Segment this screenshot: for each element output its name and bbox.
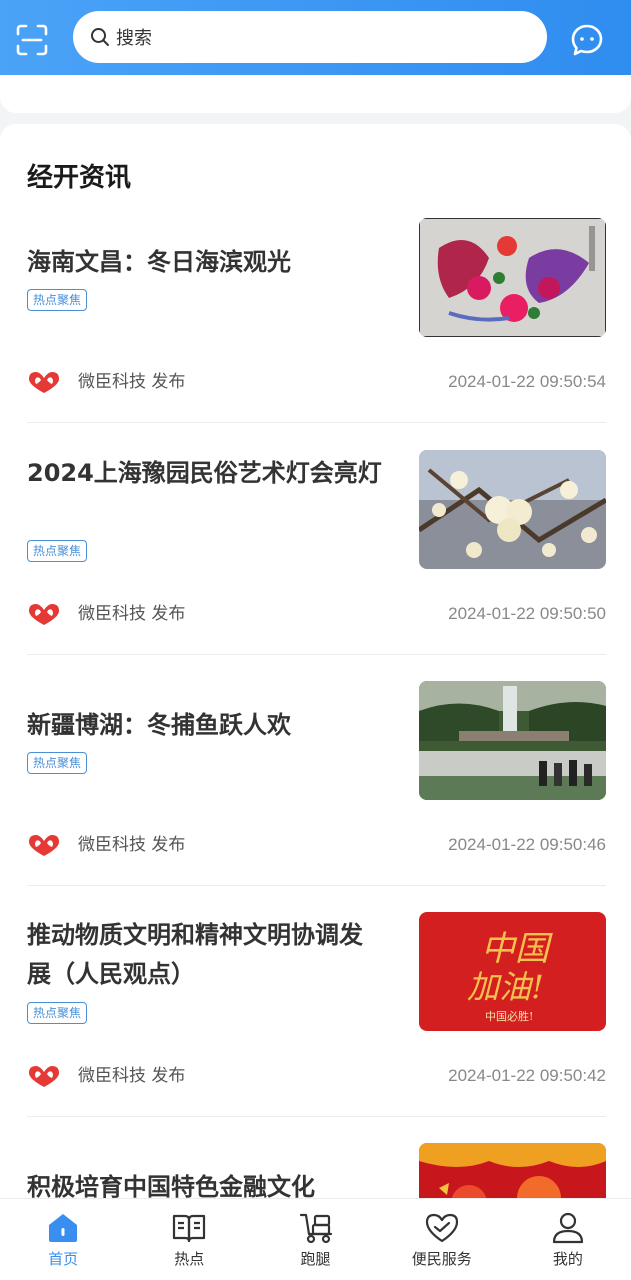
news-item[interactable]: 海南文昌：冬日海滨观光 热点聚焦 微臣科技 发布 2024-01-22 09:5… <box>0 124 631 423</box>
tab-label: 便民服务 <box>411 1250 472 1268</box>
news-thumbnail <box>419 218 606 337</box>
news-title: 推动物质文明和精神文明协调发展（人民观点） <box>27 921 363 988</box>
delivery-icon <box>299 1213 332 1244</box>
news-title: 2024上海豫园民俗艺术灯会亮灯 <box>27 459 382 487</box>
news-thumbnail <box>419 681 606 800</box>
scan-button[interactable] <box>12 20 52 60</box>
tab-profile[interactable]: 我的 <box>505 1199 631 1280</box>
tab-hot[interactable]: 热点 <box>126 1199 252 1280</box>
tab-label: 我的 <box>552 1250 583 1268</box>
message-button[interactable] <box>567 20 607 60</box>
news-item[interactable]: 2024上海豫园民俗艺术灯会亮灯 热点聚焦 微臣科技 发布 2024-01-22… <box>0 356 631 655</box>
user-icon <box>552 1212 584 1244</box>
news-title: 海南文昌：冬日海滨观光 <box>27 248 291 276</box>
book-icon <box>173 1214 206 1243</box>
tab-label: 跑腿 <box>300 1250 331 1268</box>
news-tag: 热点聚焦 <box>27 752 88 774</box>
news-item[interactable]: 新疆博湖：冬捕鱼跃人欢 热点聚焦 微臣科技 发布 2024-01-22 09:5… <box>0 587 631 886</box>
scan-icon <box>16 24 48 56</box>
search-icon <box>91 28 109 46</box>
tab-services[interactable]: 便民服务 <box>379 1199 505 1280</box>
news-title: 新疆博湖：冬捕鱼跃人欢 <box>27 711 291 739</box>
banner-area <box>0 75 631 113</box>
heart-hand-icon <box>425 1213 458 1243</box>
tab-home[interactable]: 首页 <box>0 1199 126 1280</box>
poster-text-line1: 中国 <box>481 929 553 969</box>
news-item[interactable]: 推动物质文明和精神文明协调发展（人民观点） 热点聚焦 中国 加油! 中国必胜! … <box>0 818 631 1117</box>
poster-text-line2: 加油! <box>467 968 544 1006</box>
search-input[interactable]: 搜索 <box>73 11 547 63</box>
news-tag: 热点聚焦 <box>27 1002 88 1024</box>
news-thumbnail: 中国 加油! 中国必胜! <box>419 912 606 1031</box>
news-tag: 热点聚焦 <box>27 540 88 562</box>
chat-bubble-icon <box>571 24 603 56</box>
poster-text-line3: 中国必胜! <box>485 1009 533 1023</box>
news-item[interactable]: 积极培育中国特色金融文化 <box>0 1049 631 1214</box>
tab-label: 热点 <box>174 1250 205 1268</box>
news-thumbnail <box>419 450 606 569</box>
news-section: 经开资讯 海南文昌：冬日海滨观光 热点聚焦 微臣科技 发布 2024-01-22… <box>0 124 631 1214</box>
tab-errand[interactable]: 跑腿 <box>252 1199 378 1280</box>
bottom-tab-bar: 首页 热点 跑腿 便民服务 我的 <box>0 1198 631 1280</box>
tab-label: 首页 <box>48 1250 79 1268</box>
home-icon <box>49 1214 78 1242</box>
search-placeholder: 搜索 <box>116 28 152 49</box>
top-bar: 搜索 <box>0 0 631 75</box>
news-tag: 热点聚焦 <box>27 289 88 311</box>
